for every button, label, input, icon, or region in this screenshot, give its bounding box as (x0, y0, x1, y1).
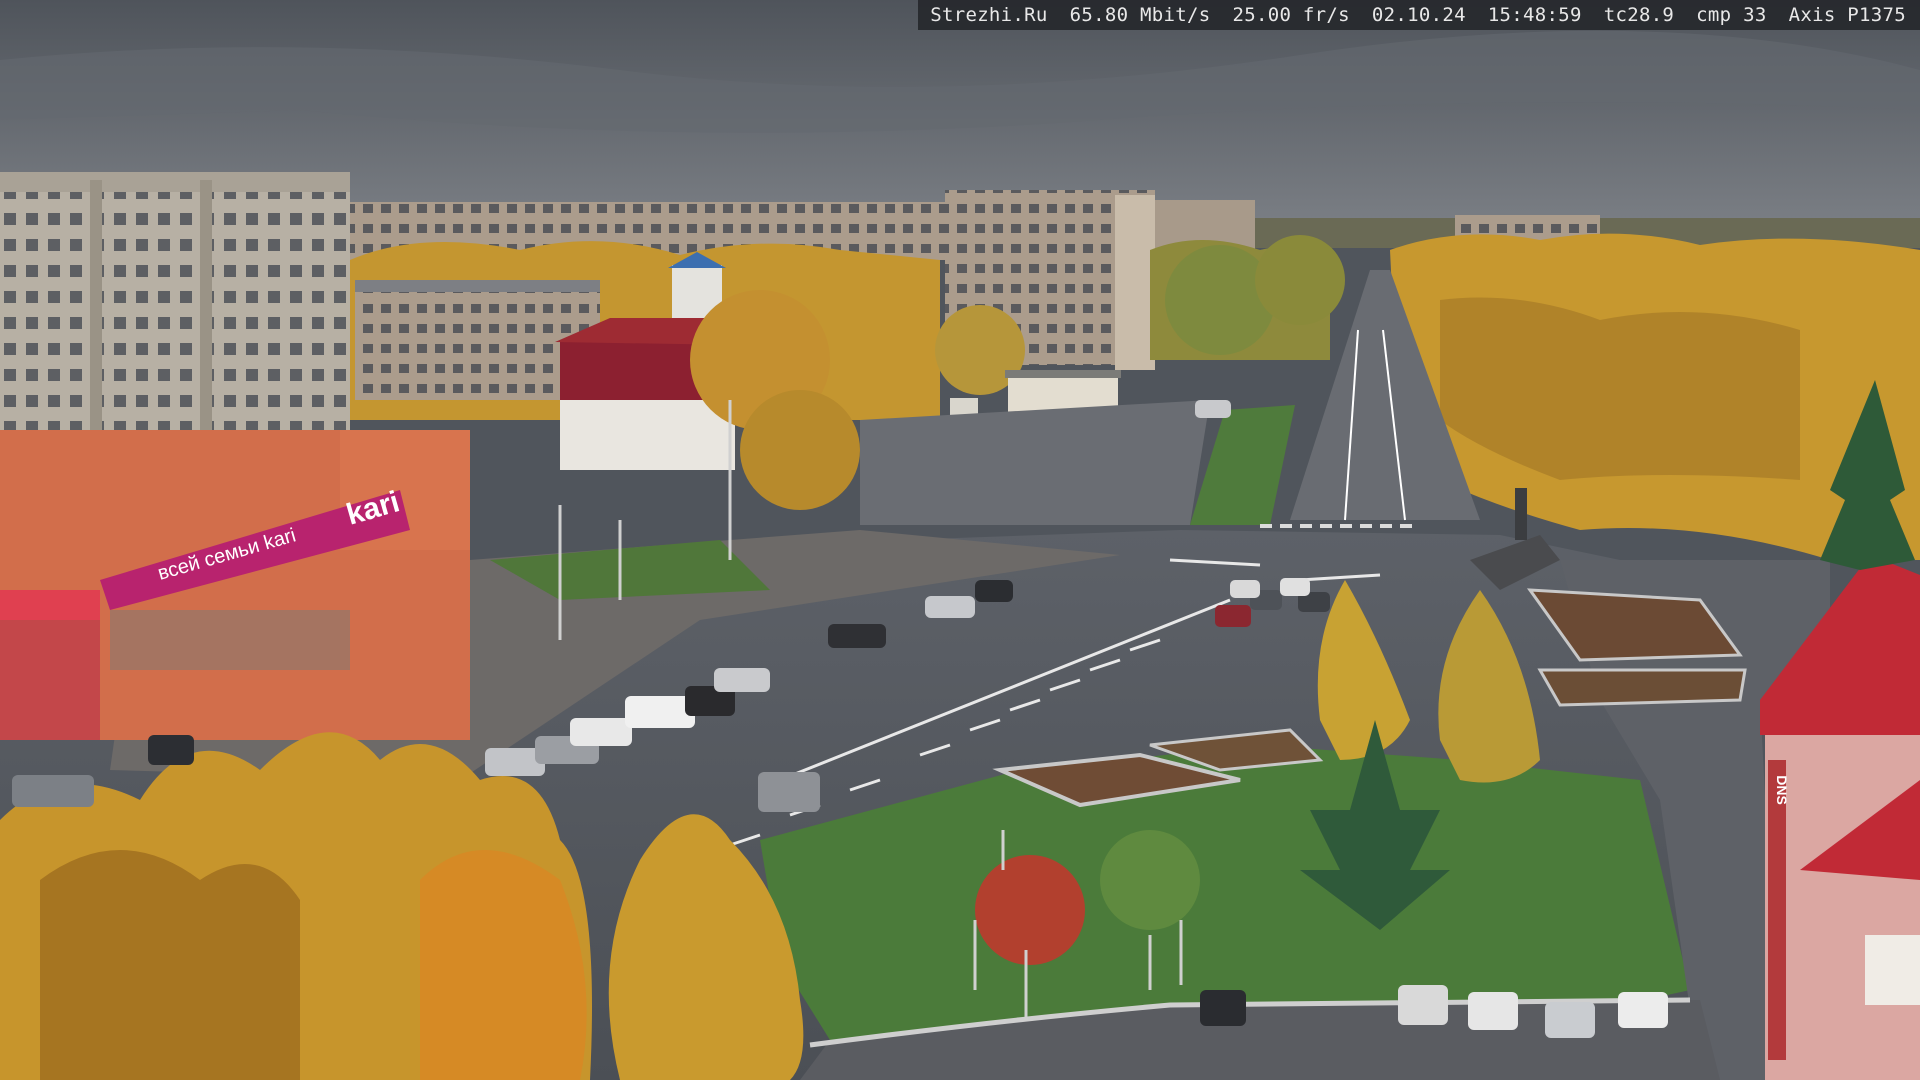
mid-apartment-roof (355, 280, 600, 292)
car (625, 696, 695, 728)
car (828, 624, 886, 648)
osd-compression: cmp 33 (1696, 4, 1767, 26)
osd-temperature: tc28.9 (1603, 4, 1675, 26)
red-shrub (975, 855, 1085, 965)
store-awning (0, 590, 100, 620)
green-tree (1165, 245, 1275, 355)
tree-shadow (40, 850, 300, 1080)
left-apartment-roofline (0, 172, 350, 192)
flower-bed (1537, 668, 1747, 707)
dns-vertical-sign (1768, 760, 1786, 1060)
central-plaza (860, 400, 1210, 525)
car (714, 668, 770, 692)
car (1618, 992, 1668, 1028)
car (12, 775, 94, 807)
car (570, 718, 632, 746)
car (1215, 605, 1251, 627)
camera-frame: всей семьи kari kari DNS Strezhi.Ru 65.8… (0, 0, 1920, 1080)
osd-site: Strezhi.Ru (930, 4, 1048, 26)
car (1398, 985, 1448, 1025)
osd-framerate: 25.00 fr/s (1232, 4, 1350, 26)
camera-osd-overlay: Strezhi.Ru 65.80 Mbit/s 25.00 fr/s 02.10.24… (918, 0, 1920, 30)
osd-date: 02.10.24 (1371, 4, 1466, 26)
car (1280, 578, 1310, 596)
street-scene: всей семьи kari kari DNS (0, 0, 1920, 1080)
pavilion-roof (1005, 370, 1121, 378)
car (1545, 1002, 1595, 1038)
crosswalk (1260, 524, 1412, 528)
car (758, 772, 820, 812)
car (925, 596, 975, 618)
tower-window (1865, 935, 1920, 1005)
osd-camera-model: Axis P1375 (1788, 4, 1906, 26)
green-tree (1255, 235, 1345, 325)
car (1200, 990, 1246, 1026)
osd-bitrate: 65.80 Mbit/s (1069, 4, 1211, 26)
car (1468, 992, 1518, 1030)
car (1230, 580, 1260, 598)
tower-stairwell (1115, 195, 1155, 370)
dns-sign-text: DNS (1774, 775, 1790, 805)
car (1195, 400, 1231, 418)
monument-statue (1515, 488, 1527, 540)
green-shrub (1100, 830, 1200, 930)
car (975, 580, 1013, 602)
car (148, 735, 194, 765)
autumn-tree (740, 390, 860, 510)
osd-time: 15:48:59 (1487, 4, 1582, 26)
orange-tree (420, 850, 587, 1080)
store-windows (110, 610, 350, 670)
